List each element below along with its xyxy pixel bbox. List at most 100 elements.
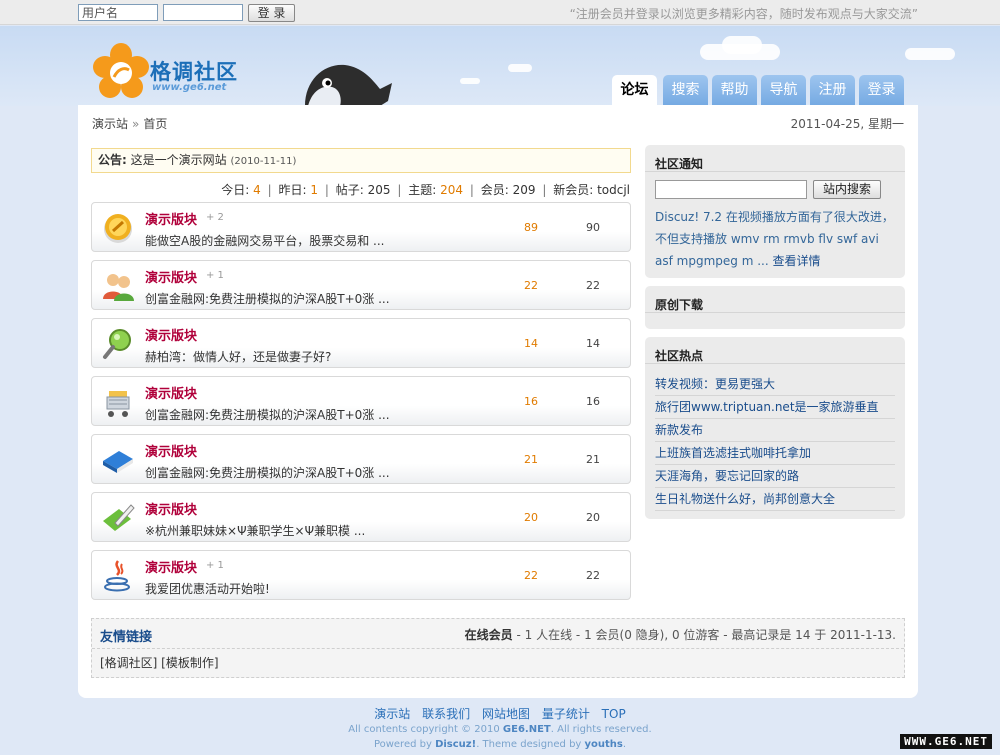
- stat-separator: |: [324, 183, 329, 197]
- stat-newest-member-link[interactable]: todcjl: [597, 183, 630, 197]
- forum-post-count: 22: [586, 279, 600, 292]
- main-panel: 演示站 » 首页 2011-04-25, 星期一 公告: 这是一个演示网站 (201…: [78, 105, 918, 698]
- magnifier-icon: [103, 329, 131, 359]
- cloud-decoration: [508, 64, 532, 72]
- hot-topic-link[interactable]: 上班族首选滤挂式咖啡托拿加: [655, 442, 895, 465]
- forum-last-post-link[interactable]: 我爱团优惠活动开始啦!: [145, 580, 270, 597]
- cloud-decoration: [460, 78, 480, 84]
- sidebar-hot-title: 社区热点: [645, 337, 905, 364]
- footer-link-stats[interactable]: 量子统计: [542, 707, 590, 721]
- forum-last-post-link[interactable]: ※杭州兼职妹妹×Ψ兼职学生×Ψ兼职模 ...: [145, 522, 365, 539]
- divider: [92, 648, 904, 649]
- forum-name-link[interactable]: 演示版块: [145, 267, 197, 286]
- sidebar-download-title: 原创下载: [645, 286, 905, 313]
- nav-tab-login[interactable]: 登录: [859, 75, 904, 106]
- nav-tab-register[interactable]: 注册: [810, 75, 855, 106]
- forum-name-link[interactable]: 演示版块: [145, 557, 197, 576]
- stat-today: 4: [253, 183, 261, 197]
- hot-topic-link[interactable]: 转发视频：更易更强大: [655, 373, 895, 396]
- forum-name-link[interactable]: 演示版块: [145, 383, 197, 402]
- forum-row: 演示版块 + 2 能做空A股的金融网交易平台，股票交易和 ... 89 90: [91, 202, 631, 252]
- forum-row: 演示版块 赫柏湾：做情人好，还是做妻子好? 14 14: [91, 318, 631, 368]
- forum-last-post-link[interactable]: 能做空A股的金融网交易平台，股票交易和 ...: [145, 232, 384, 249]
- theme-author-link[interactable]: youths: [585, 739, 623, 750]
- online-members-text: - 1 人在线 - 1 会员(0 隐身), 0 位游客 - 最高记录是 14 于…: [516, 628, 896, 642]
- site-search-button[interactable]: 站内搜索: [813, 180, 881, 199]
- forum-stats: 今日: 4 | 昨日: 1 | 帖子: 205 | 主题: 204 | 会员: …: [221, 181, 630, 198]
- announcement-link[interactable]: 这是一个演示网站: [131, 153, 227, 167]
- stat-label: 帖子:: [335, 183, 364, 197]
- cloud-decoration: [722, 36, 762, 54]
- forum-post-count: 21: [586, 453, 600, 466]
- forum-name-link[interactable]: 演示版块: [145, 325, 197, 344]
- forum-topic-count: 14: [524, 337, 538, 350]
- forum-topic-count: 21: [524, 453, 538, 466]
- nav-tab-search[interactable]: 搜索: [663, 75, 708, 106]
- password-input[interactable]: [163, 4, 243, 21]
- forum-last-post-link[interactable]: 创富金融网:免费注册模拟的沪深A股T+0涨 ...: [145, 290, 390, 307]
- sidebar-notice-title: 社区通知: [645, 145, 905, 172]
- stat-yesterday: 1: [310, 183, 319, 197]
- powered-brand-link[interactable]: Discuz!: [435, 739, 476, 750]
- hot-topic-link[interactable]: 天涯海角，要忘记回家的路: [655, 465, 895, 488]
- login-button[interactable]: 登 录: [248, 4, 295, 22]
- forum-row: 演示版块 创富金融网:免费注册模拟的沪深A股T+0涨 ... 16 16: [91, 376, 631, 426]
- forum-topic-count: 16: [524, 395, 538, 408]
- forum-last-post-link[interactable]: 创富金融网:免费注册模拟的沪深A股T+0涨 ...: [145, 464, 390, 481]
- forum-post-count: 20: [586, 511, 600, 524]
- friend-links-box: 友情链接 在线会员 - 1 人在线 - 1 会员(0 隐身), 0 位游客 - …: [91, 618, 905, 678]
- logo-url: www.ge6.net: [152, 82, 227, 93]
- nav-tab-help[interactable]: 帮助: [712, 75, 757, 106]
- hot-topic-list: 转发视频：更易更强大 旅行团www.triptuan.net是一家旅游垂直 新款…: [655, 373, 895, 511]
- sidebar-hot-box: 社区热点 转发视频：更易更强大 旅行团www.triptuan.net是一家旅游…: [645, 337, 905, 519]
- edit-icon: [103, 504, 135, 531]
- footer-link-top[interactable]: TOP: [602, 707, 626, 721]
- online-members: 在线会员 - 1 人在线 - 1 会员(0 隐身), 0 位游客 - 最高记录是…: [465, 626, 896, 643]
- gold-coin-icon: [104, 214, 132, 243]
- forum-new-count: + 1: [206, 270, 224, 281]
- username-input[interactable]: [78, 4, 158, 21]
- copyright-brand-link[interactable]: GE6.NET: [503, 724, 551, 735]
- breadcrumb-current[interactable]: 首页: [143, 117, 167, 131]
- breadcrumb-separator: »: [132, 117, 140, 131]
- forum-row: 演示版块 ※杭州兼职妹妹×Ψ兼职学生×Ψ兼职模 ... 20 20: [91, 492, 631, 542]
- friend-links[interactable]: [格调社区] [模板制作]: [100, 654, 219, 671]
- hot-topic-link[interactable]: 新款发布: [655, 419, 895, 442]
- current-date: 2011-04-25, 星期一: [790, 117, 904, 131]
- forum-name-link[interactable]: 演示版块: [145, 441, 197, 460]
- stat-label: 今日:: [221, 183, 250, 197]
- footer-nav: 演示站 联系我们 网站地图 量子统计 TOP: [0, 705, 1000, 722]
- footer-link-sitemap[interactable]: 网站地图: [482, 707, 530, 721]
- forum-name-link[interactable]: 演示版块: [145, 209, 197, 228]
- forum-last-post-link[interactable]: 创富金融网:免费注册模拟的沪深A股T+0涨 ...: [145, 406, 390, 423]
- footer-link-home[interactable]: 演示站: [374, 707, 410, 721]
- forum-row: 演示版块 创富金融网:免费注册模拟的沪深A股T+0涨 ... 21 21: [91, 434, 631, 484]
- java-icon: [104, 560, 130, 592]
- footer-link-contact[interactable]: 联系我们: [422, 707, 470, 721]
- book-icon: [103, 451, 133, 473]
- logo-flower-icon[interactable]: [92, 43, 150, 101]
- notice-more-link[interactable]: 查看详情: [772, 254, 820, 268]
- announcement-date: (2010-11-11): [230, 156, 297, 167]
- stat-members: 209: [512, 183, 536, 197]
- forum-last-post-link[interactable]: 赫柏湾：做情人好，还是做妻子好?: [145, 348, 331, 365]
- forum-post-count: 14: [586, 337, 600, 350]
- stat-label: 新会员:: [553, 183, 594, 197]
- forum-new-count: + 2: [206, 212, 224, 223]
- hot-topic-link[interactable]: 旅行团www.triptuan.net是一家旅游垂直: [655, 396, 895, 419]
- breadcrumb-site-link[interactable]: 演示站: [92, 117, 128, 131]
- sidebar-notice-text: Discuz! 7.2 在视频播放方面有了很大改进，不但支持播放 wmv rm …: [655, 206, 895, 272]
- online-members-label[interactable]: 在线会员: [465, 628, 513, 642]
- site-search-input[interactable]: [655, 180, 807, 199]
- stat-label: 昨日:: [278, 183, 307, 197]
- stat-separator: |: [267, 183, 272, 197]
- stat-separator: |: [397, 183, 402, 197]
- nav-tab-forum[interactable]: 论坛: [612, 75, 657, 106]
- whale-mascot-icon: [305, 64, 392, 106]
- copyright-text: . All rights reserved.: [550, 724, 652, 735]
- stat-topics: 204: [440, 183, 463, 197]
- forum-name-link[interactable]: 演示版块: [145, 499, 197, 518]
- hot-topic-link[interactable]: 生日礼物送什么好，尚邦创意大全: [655, 488, 895, 511]
- forum-topic-count: 20: [524, 511, 538, 524]
- nav-tab-guide[interactable]: 导航: [761, 75, 806, 106]
